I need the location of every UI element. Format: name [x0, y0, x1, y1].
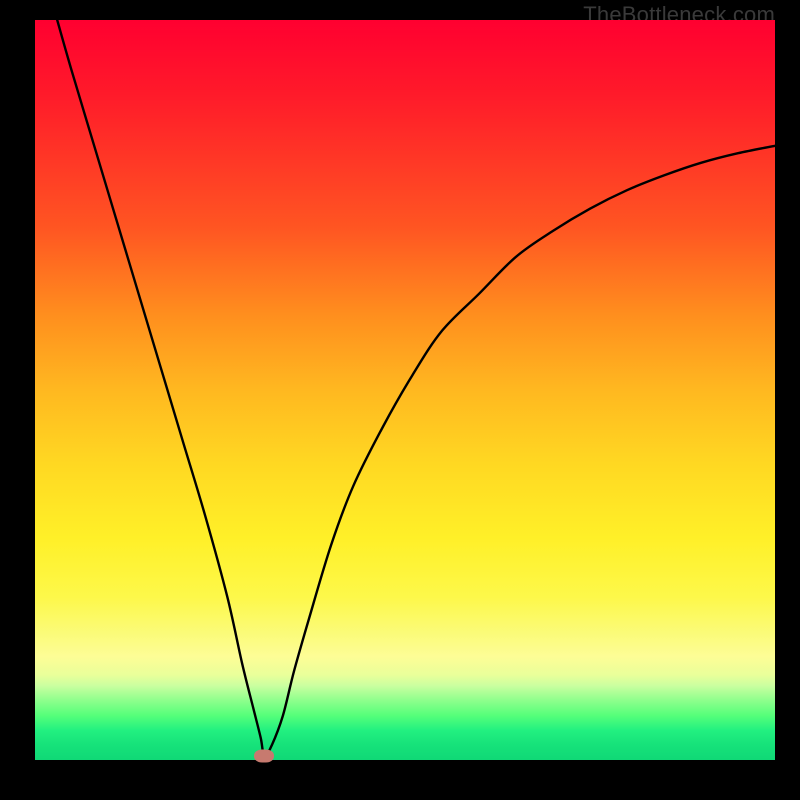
chart-frame: TheBottleneck.com [0, 0, 800, 800]
curve-path [57, 20, 775, 756]
minimum-marker [254, 750, 274, 763]
plot-area [35, 20, 775, 760]
bottleneck-curve [35, 20, 775, 760]
